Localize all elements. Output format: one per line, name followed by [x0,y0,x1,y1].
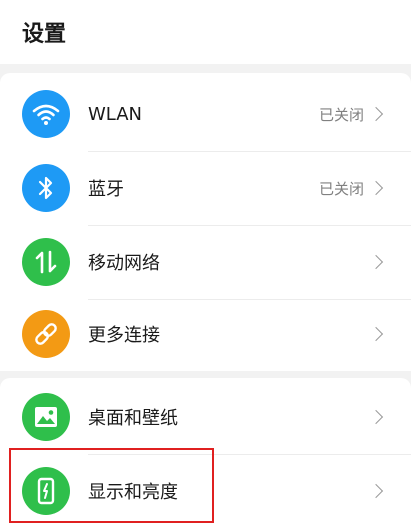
chevron-right-icon [368,326,384,342]
image-icon [22,393,70,441]
header: 设置 [0,0,411,64]
chevron-right-icon [368,254,384,270]
settings-item-mobile-network[interactable]: 移动网络 [0,225,411,299]
settings-item-label: 桌面和壁纸 [88,408,178,429]
bluetooth-icon [22,164,70,212]
settings-item-bluetooth[interactable]: 蓝牙 已关闭 [0,151,411,225]
settings-item-label: 蓝牙 [88,179,124,200]
settings-group-connectivity: WLAN 已关闭 蓝牙 已关闭 移动网络 更多连接 [0,73,411,371]
status-text: 已关闭 [318,105,364,124]
highlight-box [9,448,214,523]
settings-item-wallpaper[interactable]: 桌面和壁纸 [0,380,411,454]
settings-item-label: 移动网络 [88,253,160,274]
settings-item-wlan[interactable]: WLAN 已关闭 [0,77,411,151]
settings-item-label: 更多连接 [88,325,160,346]
settings-item-label: WLAN [88,103,143,125]
page-title: 设置 [22,22,67,47]
chevron-right-icon [368,483,384,499]
link-icon [22,310,70,358]
status-text: 已关闭 [318,179,364,198]
wifi-icon [22,90,70,138]
chevron-right-icon [368,106,384,122]
chevron-right-icon [368,409,384,425]
chevron-right-icon [368,180,384,196]
mobile-data-icon [22,238,70,286]
settings-item-more-connections[interactable]: 更多连接 [0,297,411,371]
